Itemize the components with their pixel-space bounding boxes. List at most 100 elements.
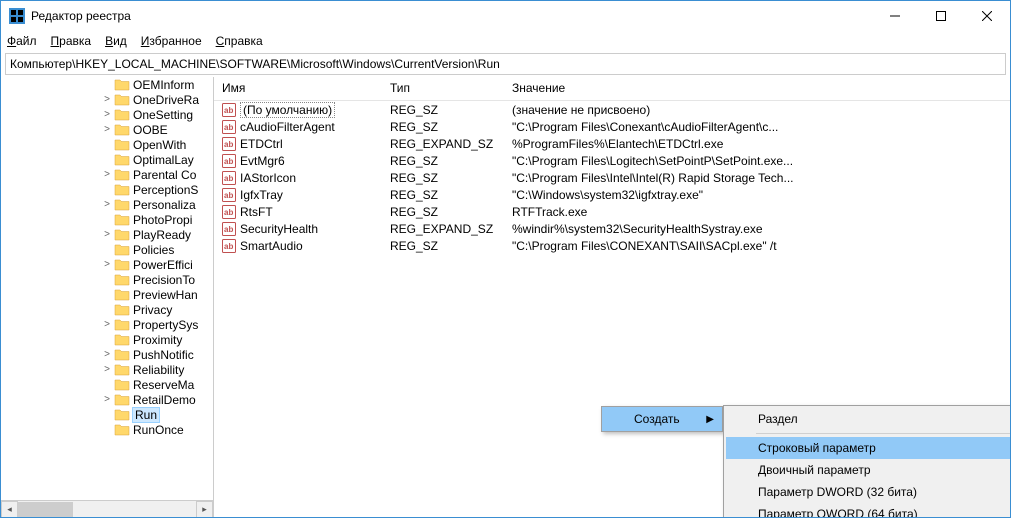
tree-hscroll[interactable]: ◂ ▸ [1,500,213,517]
tree-item[interactable]: Privacy [1,302,213,317]
table-row[interactable]: ETDCtrlREG_EXPAND_SZ%ProgramFiles%\Elant… [214,135,1010,152]
table-row[interactable]: IAStorIconREG_SZ"C:\Program Files\Intel\… [214,169,1010,186]
scroll-thumb[interactable] [18,502,73,517]
cell-type: REG_EXPAND_SZ [382,137,504,151]
chevron-right-icon[interactable]: > [101,259,113,270]
col-name[interactable]: Имя [214,77,382,100]
row-name: SmartAudio [240,239,303,253]
cell-value: RTFTrack.exe [504,205,1010,219]
row-name: EvtMgr6 [240,154,285,168]
tree-item[interactable]: PerceptionS [1,182,213,197]
folder-icon [114,243,130,256]
table-row[interactable]: cAudioFilterAgentREG_SZ"C:\Program Files… [214,118,1010,135]
ctx2-item[interactable]: Строковый параметр [726,437,1010,459]
tree-panel: OEMInform>OneDriveRa>OneSetting>OOBEOpen… [1,77,214,517]
tree-item[interactable]: >PowerEffici [1,257,213,272]
table-row[interactable]: RtsFTREG_SZRTFTrack.exe [214,203,1010,220]
chevron-right-icon[interactable]: > [101,349,113,360]
chevron-right-icon[interactable]: > [101,169,113,180]
tree-item[interactable]: >Parental Co [1,167,213,182]
folder-icon [114,423,130,436]
tree-item[interactable]: >OneSetting [1,107,213,122]
table-row[interactable]: IgfxTrayREG_SZ"C:\Windows\system32\igfxt… [214,186,1010,203]
tree-item[interactable]: OptimalLay [1,152,213,167]
table-row[interactable]: SmartAudioREG_SZ"C:\Program Files\CONEXA… [214,237,1010,254]
menu-view[interactable]: Вид [105,34,127,48]
tree-item[interactable]: OEMInform [1,77,213,92]
cell-value: %windir%\system32\SecurityHealthSystray.… [504,222,1010,236]
address-bar[interactable]: Компьютер\HKEY_LOCAL_MACHINE\SOFTWARE\Mi… [5,53,1006,75]
menu-help[interactable]: Справка [216,34,263,48]
cell-name: IgfxTray [214,188,382,202]
tree-list[interactable]: OEMInform>OneDriveRa>OneSetting>OOBEOpen… [1,77,213,500]
tree-item[interactable]: >OneDriveRa [1,92,213,107]
tree-item[interactable]: Policies [1,242,213,257]
chevron-right-icon[interactable]: > [101,319,113,330]
cell-name: SmartAudio [214,239,382,253]
tree-item[interactable]: Run [1,407,213,422]
tree-item[interactable]: PreviewHan [1,287,213,302]
tree-item[interactable]: >Reliability [1,362,213,377]
ctx2-item[interactable]: Двоичный параметр [726,459,1010,481]
scroll-track[interactable] [18,501,196,518]
ctx2-item[interactable]: Параметр DWORD (32 бита) [726,481,1010,503]
list-rows[interactable]: (По умолчанию)REG_SZ(значение не присвое… [214,101,1010,254]
chevron-right-icon[interactable]: > [101,199,113,210]
ctx1-create[interactable]: Создать ▶ [602,407,722,431]
tree-item[interactable]: > PushNotific [1,347,213,362]
cell-type: REG_SZ [382,154,504,168]
app-icon [9,8,25,24]
ctx2-item[interactable]: Параметр QWORD (64 бита) [726,503,1010,517]
scroll-right-button[interactable]: ▸ [196,501,213,518]
folder-icon [114,78,130,91]
list-panel: Имя Тип Значение (По умолчанию)REG_SZ(зн… [214,77,1010,517]
cell-type: REG_SZ [382,103,504,117]
chevron-right-icon[interactable]: > [101,94,113,105]
menu-favorites[interactable]: Избранное [141,34,202,48]
ctx2-item[interactable]: Раздел [726,408,1010,430]
tree-item[interactable]: OpenWith [1,137,213,152]
tree-item-label: ReserveMa [133,378,194,392]
table-row[interactable]: (По умолчанию)REG_SZ(значение не присвое… [214,101,1010,118]
tree-item[interactable]: >OOBE [1,122,213,137]
tree-item[interactable]: PhotoPropi [1,212,213,227]
menubar: Файл Правка Вид Избранное Справка [1,31,1010,51]
cell-name: ETDCtrl [214,137,382,151]
tree-item[interactable]: RunOnce [1,422,213,437]
tree-item-label: PreviewHan [133,288,198,302]
folder-icon [114,348,130,361]
chevron-right-icon[interactable]: > [101,364,113,375]
col-type[interactable]: Тип [382,77,504,100]
tree-item[interactable]: >RetailDemo [1,392,213,407]
tree-item[interactable]: ReserveMa [1,377,213,392]
tree-item[interactable]: Proximity [1,332,213,347]
chevron-right-icon[interactable]: > [101,109,113,120]
tree-item[interactable]: >Personaliza [1,197,213,212]
close-button[interactable] [964,1,1010,31]
chevron-right-icon[interactable]: > [101,229,113,240]
tree-item[interactable]: >PropertySys [1,317,213,332]
cell-name: EvtMgr6 [214,154,382,168]
folder-icon [114,303,130,316]
table-row[interactable]: SecurityHealthREG_EXPAND_SZ%windir%\syst… [214,220,1010,237]
folder-icon [114,273,130,286]
tree-item[interactable]: >PlayReady [1,227,213,242]
minimize-button[interactable] [872,1,918,31]
folder-icon [114,93,130,106]
maximize-button[interactable] [918,1,964,31]
tree-item-label: OEMInform [133,78,194,92]
folder-icon [114,258,130,271]
menu-file[interactable]: Файл [7,34,37,48]
content: OEMInform>OneDriveRa>OneSetting>OOBEOpen… [1,77,1010,517]
scroll-left-button[interactable]: ◂ [1,501,18,518]
folder-icon [114,393,130,406]
table-row[interactable]: EvtMgr6REG_SZ"C:\Program Files\Logitech\… [214,152,1010,169]
string-value-icon [222,103,236,117]
tree-item[interactable]: PrecisionTo [1,272,213,287]
col-value[interactable]: Значение [504,77,1010,100]
tree-item-label: PrecisionTo [133,273,195,287]
chevron-right-icon[interactable]: > [101,124,113,135]
tree-item-label: PushNotific [133,348,194,362]
chevron-right-icon[interactable]: > [101,394,113,405]
menu-edit[interactable]: Правка [51,34,92,48]
